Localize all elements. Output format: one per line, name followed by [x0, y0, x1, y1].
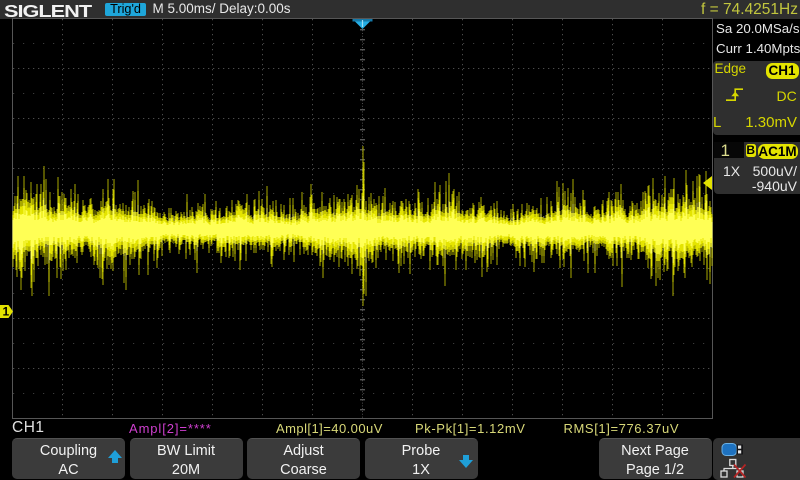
svg-text:1: 1 — [3, 305, 10, 319]
